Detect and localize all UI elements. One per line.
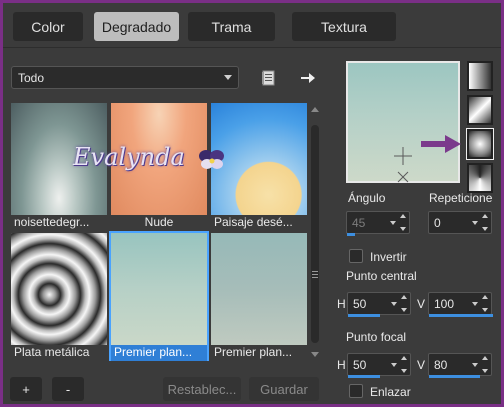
focal-v-value: 80	[434, 357, 448, 372]
gradient-preview[interactable]	[346, 61, 460, 183]
link-checkbox[interactable]	[349, 384, 363, 398]
watermark-text: Evalynda	[73, 143, 185, 171]
gradient-thumbnail	[11, 233, 107, 345]
category-dropdown[interactable]: Todo	[11, 66, 239, 89]
repeats-spinner[interactable]: 0	[428, 211, 492, 234]
gradient-dialog: Color Degradado Trama Textura Todo noise…	[3, 3, 501, 404]
spinner-arrows-icon	[480, 295, 489, 312]
center-point-label: Punto central	[346, 269, 417, 283]
gallery-caption: Paisaje desé...	[214, 215, 293, 229]
spinner-arrows-icon	[480, 214, 489, 231]
focal-v-spinner[interactable]: 80	[428, 353, 492, 378]
gradient-thumbnail	[211, 233, 307, 345]
center-h-value: 50	[353, 296, 367, 311]
tab-color[interactable]: Color	[13, 12, 83, 41]
tab-gradient[interactable]: Degradado	[94, 12, 179, 41]
focal-h-label: H	[337, 358, 346, 372]
rectangular-gradient-type-button[interactable]	[467, 95, 493, 125]
scrollbar-grip	[312, 271, 318, 278]
invert-checkbox[interactable]	[349, 249, 363, 263]
repeats-label: Repeticione	[429, 191, 493, 205]
document-icon[interactable]	[260, 69, 278, 87]
tab-pattern[interactable]: Trama	[188, 12, 275, 41]
gradient-gallery: noisettedegr... Nude Paisaje desé... Pla…	[9, 101, 307, 363]
invert-label: Invertir	[370, 250, 407, 264]
chevron-down-icon	[391, 363, 397, 367]
center-v-label: V	[417, 297, 426, 311]
gallery-caption: Premier plan...	[111, 345, 207, 361]
scrollbar-thumb[interactable]	[311, 125, 319, 343]
arrow-pointer-icon	[421, 135, 461, 156]
sunburst-gradient-type-button[interactable]	[467, 163, 493, 193]
focal-v-label: V	[417, 358, 426, 372]
center-v-value: 100	[434, 296, 455, 311]
radial-gradient-type-button[interactable]	[466, 128, 494, 160]
linear-gradient-type-button[interactable]	[467, 61, 493, 91]
tab-divider	[3, 47, 501, 48]
remove-button[interactable]: -	[52, 377, 84, 401]
center-v-spinner[interactable]: 100	[428, 292, 493, 317]
angle-value: 45	[352, 215, 366, 230]
tab-texture[interactable]: Textura	[292, 12, 396, 41]
spinner-arrows-icon	[398, 214, 407, 231]
save-button[interactable]: Guardar	[249, 377, 319, 401]
center-h-spinner[interactable]: 50	[347, 292, 411, 317]
chevron-down-icon	[472, 363, 478, 367]
chevron-up-icon[interactable]	[311, 107, 319, 112]
chevron-down-icon	[472, 221, 478, 225]
gallery-item[interactable]: Plata metálica	[11, 233, 107, 359]
flower-icon	[197, 147, 227, 171]
link-label: Enlazar	[370, 385, 411, 399]
gallery-caption: Premier plan...	[214, 345, 293, 359]
category-selected: Todo	[18, 70, 45, 85]
gallery-caption: Plata metálica	[14, 345, 90, 359]
add-button[interactable]: +	[10, 377, 42, 401]
repeats-value: 0	[434, 215, 441, 230]
angle-label: Ángulo	[348, 191, 386, 205]
arrow-right-icon[interactable]	[299, 69, 317, 87]
chevron-down-icon[interactable]	[311, 352, 319, 357]
crosshair-icon	[394, 147, 412, 183]
focal-h-value: 50	[353, 357, 367, 372]
focal-h-spinner[interactable]: 50	[347, 353, 411, 378]
gallery-caption: noisettedegr...	[14, 215, 90, 229]
gallery-item[interactable]: Premier plan...	[211, 233, 307, 359]
chevron-down-icon	[391, 302, 397, 306]
gallery-caption: Nude	[144, 215, 174, 229]
center-h-label: H	[337, 297, 346, 311]
reset-button[interactable]: Restablec...	[163, 377, 241, 401]
spinner-arrows-icon	[399, 295, 408, 312]
chevron-down-icon	[224, 75, 232, 80]
chevron-down-icon	[390, 221, 396, 225]
angle-spinner[interactable]: 45	[346, 211, 410, 236]
gradient-thumbnail	[111, 233, 207, 345]
chevron-down-icon	[472, 302, 478, 306]
spinner-arrows-icon	[399, 356, 408, 373]
spinner-arrows-icon	[480, 356, 489, 373]
gallery-item-selected[interactable]: Premier plan...	[109, 231, 209, 361]
focal-point-label: Punto focal	[346, 330, 407, 344]
